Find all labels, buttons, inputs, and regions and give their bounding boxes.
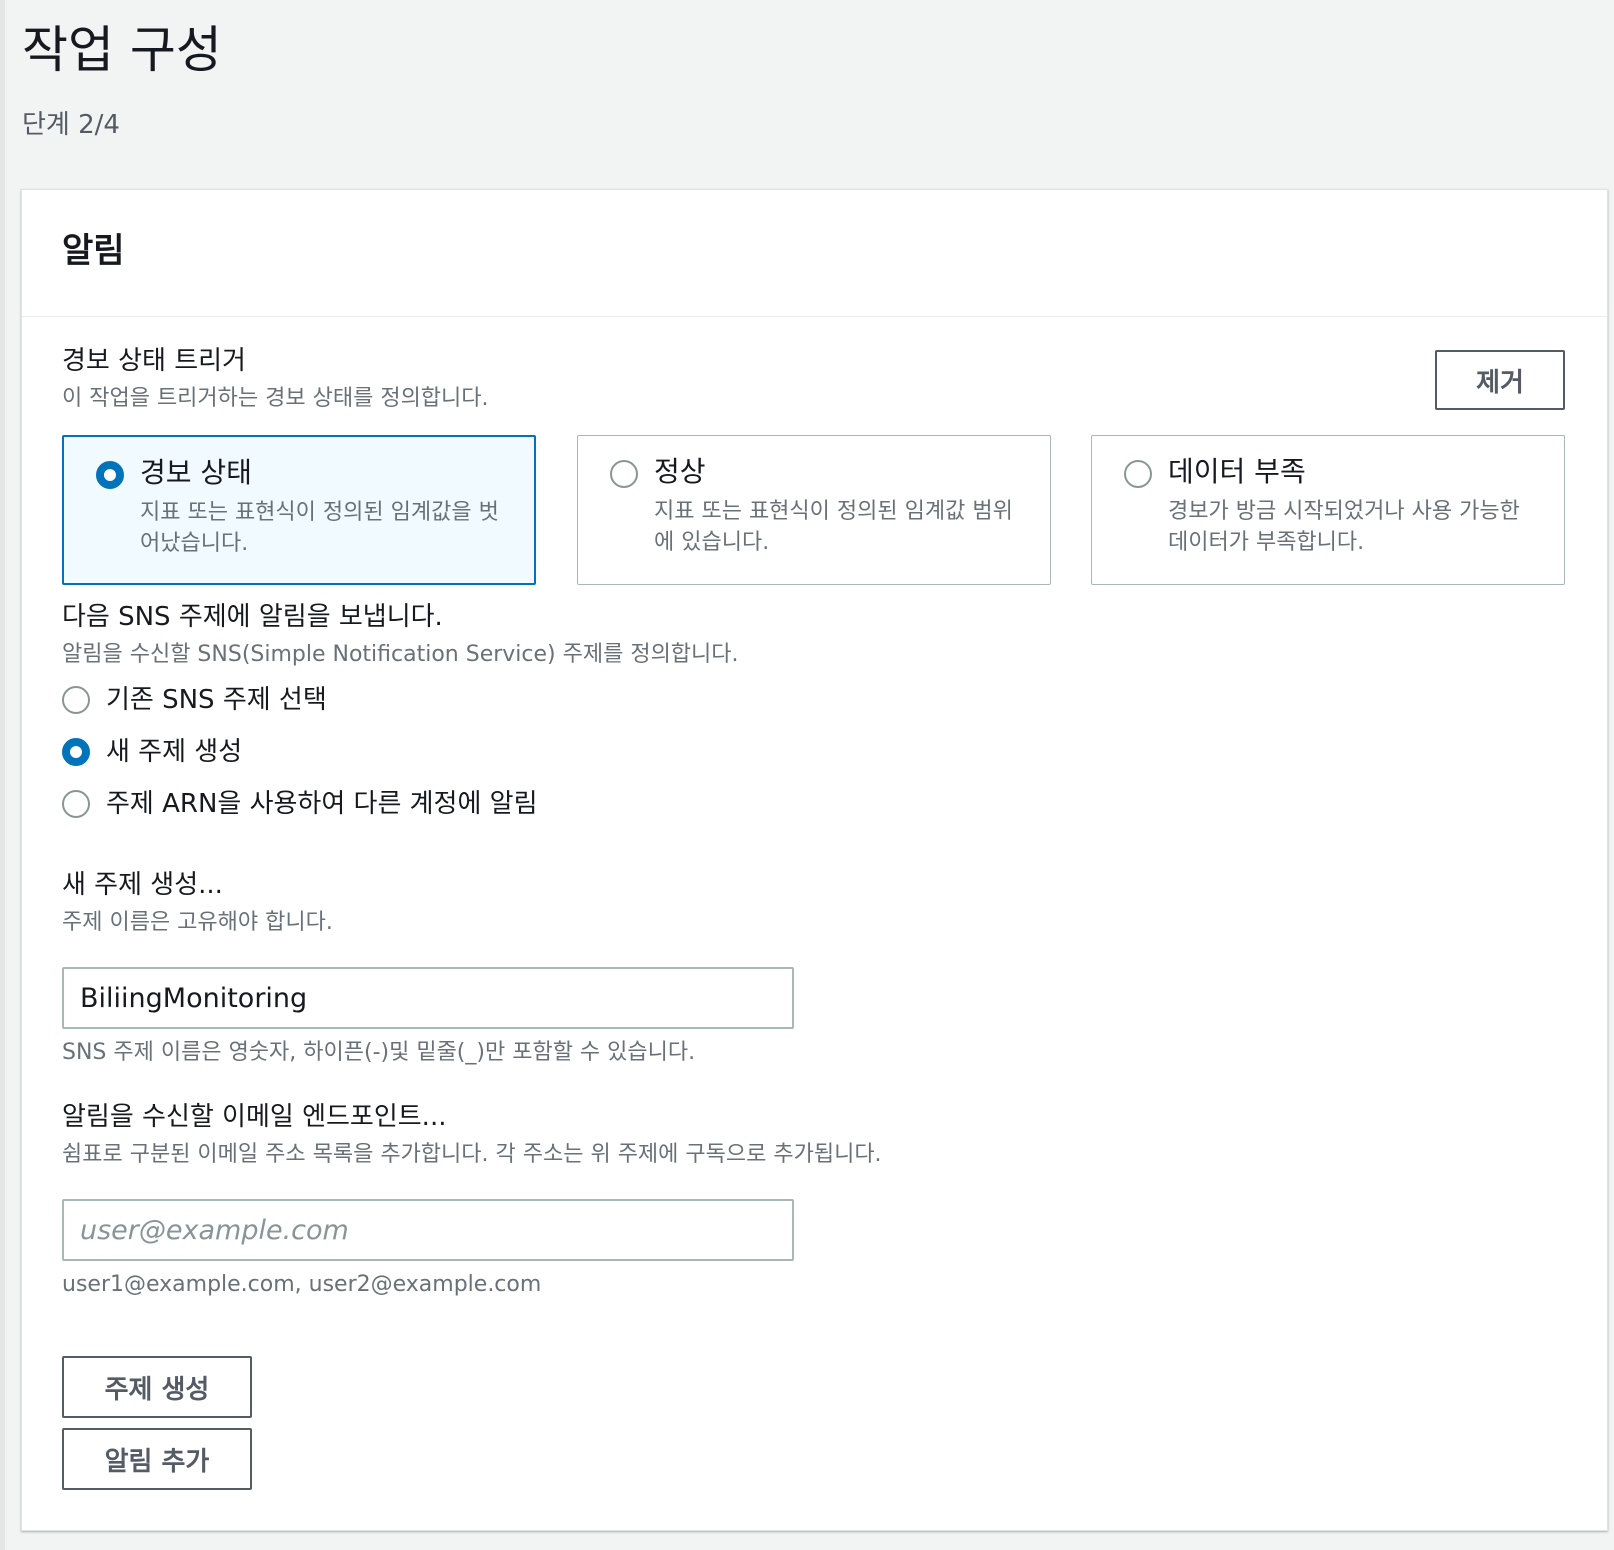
sns-topic-description: 알림을 수신할 SNS(Simple Notification Service)… xyxy=(62,642,739,667)
topic-name-input[interactable] xyxy=(62,967,794,1029)
radio-label: 기존 SNS 주제 선택 xyxy=(106,685,327,715)
new-topic-label: 새 주제 생성... xyxy=(62,870,223,900)
tile-description: 지표 또는 표현식이 정의된 임계값 범위에 있습니다. xyxy=(654,499,1013,555)
alarm-trigger-label: 경보 상태 트리거 xyxy=(62,346,246,376)
tile-title: 정상 xyxy=(654,455,706,488)
page-title: 작업 구성 xyxy=(22,21,222,79)
add-notification-button[interactable]: 알림 추가 xyxy=(62,1428,252,1490)
trigger-tile-insufficient-data[interactable]: 데이터 부족 경보가 방금 시작되었거나 사용 가능한 데이터가 부족합니다. xyxy=(1091,435,1565,585)
radio-label: 새 주제 생성 xyxy=(106,737,243,767)
tile-title: 데이터 부족 xyxy=(1168,455,1306,488)
tile-title: 경보 상태 xyxy=(140,456,252,489)
radio-existing-topic[interactable] xyxy=(62,686,90,714)
radio-insufficient-data[interactable] xyxy=(1124,460,1152,488)
radio-in-alarm[interactable] xyxy=(96,461,124,489)
tile-description: 경보가 방금 시작되었거나 사용 가능한 데이터가 부족합니다. xyxy=(1168,499,1520,555)
tile-description: 지표 또는 표현식이 정의된 임계값을 벗어났습니다. xyxy=(140,500,499,556)
trigger-tile-ok[interactable]: 정상 지표 또는 표현식이 정의된 임계값 범위에 있습니다. xyxy=(577,435,1051,585)
notification-panel: 알림 경보 상태 트리거 이 작업을 트리거하는 경보 상태를 정의합니다. 제… xyxy=(21,189,1608,1531)
step-indicator: 단계 2/4 xyxy=(22,110,120,140)
topic-name-constraint: SNS 주제 이름은 영숫자, 하이픈(-)및 밑줄(_)만 포함할 수 있습니… xyxy=(62,1040,696,1065)
new-topic-description: 주제 이름은 고유해야 합니다. xyxy=(62,910,333,935)
radio-ok[interactable] xyxy=(610,460,638,488)
create-topic-button[interactable]: 주제 생성 xyxy=(62,1356,252,1418)
email-endpoints-description: 쉼표로 구분된 이메일 주소 목록을 추가합니다. 각 주소는 위 주제에 구독… xyxy=(62,1142,882,1167)
trigger-tile-in-alarm[interactable]: 경보 상태 지표 또는 표현식이 정의된 임계값을 벗어났습니다. xyxy=(62,435,536,585)
email-endpoints-hint: user1@example.com, user2@example.com xyxy=(62,1272,542,1297)
page-left-edge xyxy=(0,0,5,1550)
email-endpoints-input[interactable] xyxy=(62,1199,794,1261)
sns-topic-label: 다음 SNS 주제에 알림을 보냅니다. xyxy=(62,602,443,632)
email-endpoints-label: 알림을 수신할 이메일 엔드포인트... xyxy=(62,1102,447,1132)
panel-header: 알림 xyxy=(22,190,1607,317)
panel-title: 알림 xyxy=(62,231,125,271)
radio-new-topic[interactable] xyxy=(62,738,90,766)
radio-topic-arn[interactable] xyxy=(62,790,90,818)
remove-button[interactable]: 제거 xyxy=(1435,350,1565,410)
radio-label: 주제 ARN을 사용하여 다른 계정에 알림 xyxy=(106,789,538,819)
alarm-trigger-description: 이 작업을 트리거하는 경보 상태를 정의합니다. xyxy=(62,386,489,411)
